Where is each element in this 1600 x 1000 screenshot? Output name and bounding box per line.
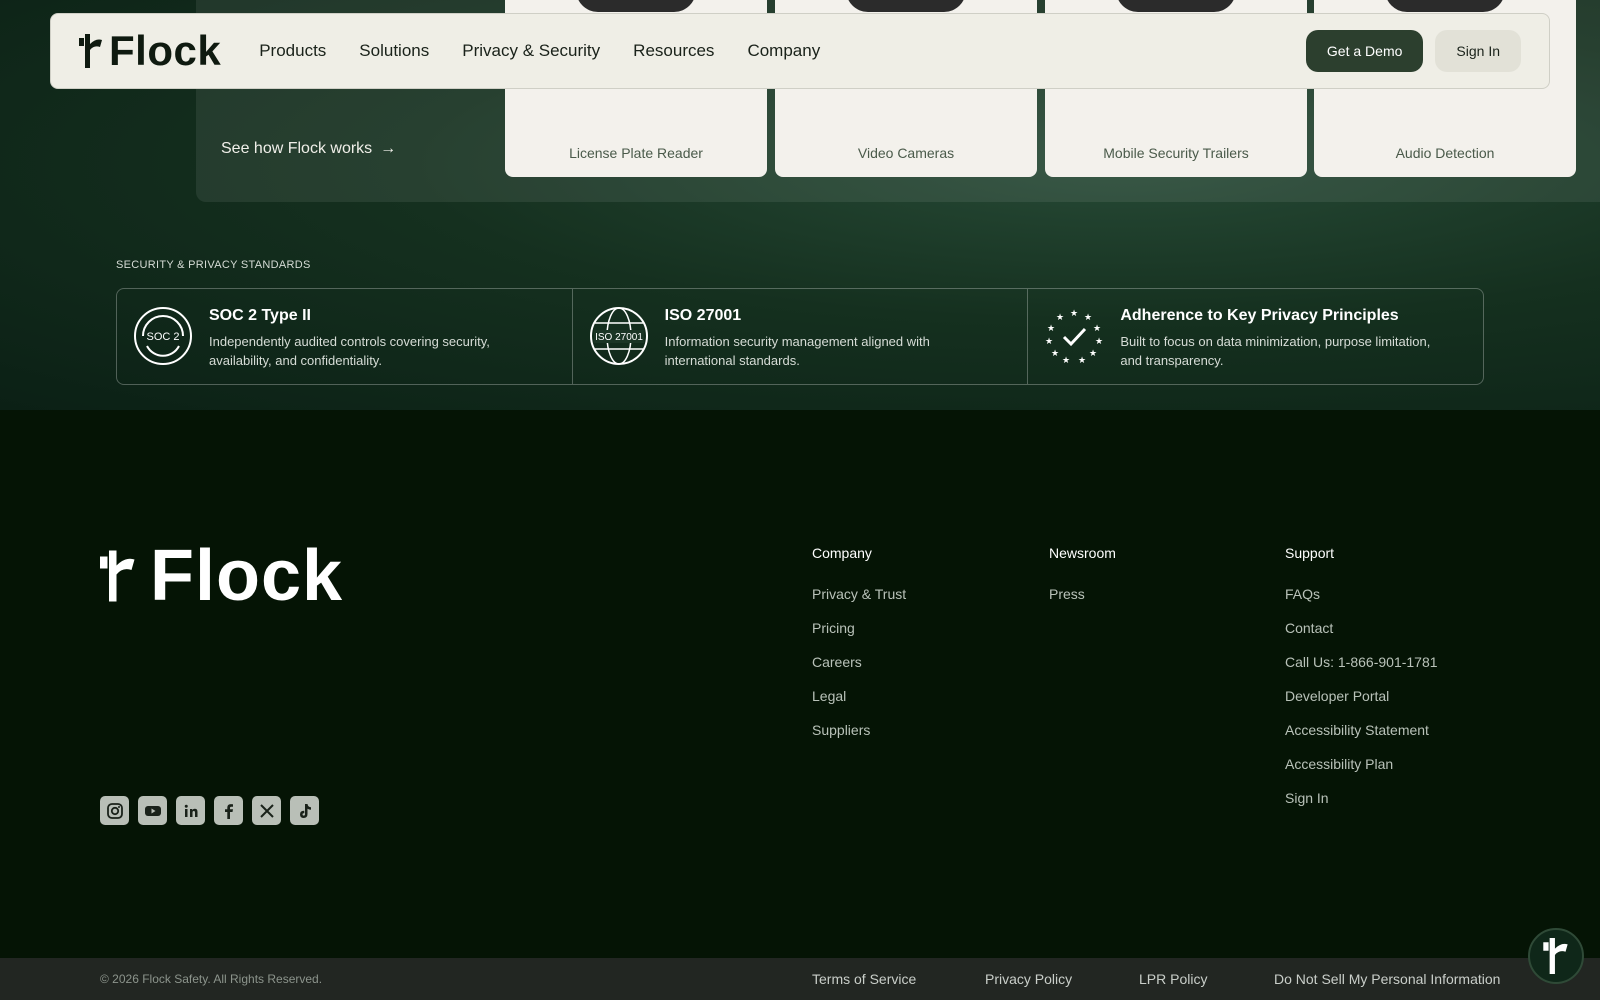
terms-link[interactable]: Terms of Service: [812, 971, 916, 987]
soc2-badge-icon: SOC 2: [134, 307, 192, 365]
iso-globe-icon: ISO 27001: [589, 307, 648, 365]
do-not-sell-link[interactable]: Do Not Sell My Personal Information: [1274, 971, 1500, 987]
footer-link-contact[interactable]: Contact: [1285, 620, 1438, 636]
bottom-bar: © 2026 Flock Safety. All Rights Reserved…: [0, 958, 1600, 1000]
svg-text:★: ★: [1056, 313, 1064, 323]
product-card-label: Video Cameras: [857, 145, 955, 161]
chat-widget-button[interactable]: [1528, 928, 1584, 984]
nav-logo[interactable]: Flock: [79, 30, 221, 72]
sign-in-button[interactable]: Sign In: [1435, 30, 1521, 72]
footer-brand: Flock: [150, 536, 344, 616]
lpr-device-image: [576, 0, 696, 12]
footer-logo[interactable]: Flock: [100, 540, 343, 612]
svg-text:★: ★: [1062, 356, 1070, 366]
footer-link-faqs[interactable]: FAQs: [1285, 586, 1438, 602]
facebook-icon[interactable]: [214, 796, 243, 825]
svg-text:★: ★: [1078, 356, 1086, 366]
footer-link-accessibility-plan[interactable]: Accessibility Plan: [1285, 756, 1438, 772]
svg-text:★: ★: [1093, 324, 1101, 334]
stars-check-icon: ★ ★★ ★★★ ★★★ ★★: [1045, 309, 1103, 366]
top-navbar: Flock Products Solutions Privacy & Secur…: [50, 13, 1550, 89]
linkedin-icon[interactable]: [176, 796, 205, 825]
copyright-text: © 2026 Flock Safety. All Rights Reserved…: [100, 972, 323, 986]
svg-text:★: ★: [1089, 349, 1097, 359]
footer-col-heading: Support: [1285, 545, 1335, 561]
get-demo-button[interactable]: Get a Demo: [1305, 30, 1424, 72]
svg-text:SOC 2: SOC 2: [146, 331, 179, 343]
camera-device-image: [846, 0, 966, 12]
footer-link-privacy-trust[interactable]: Privacy & Trust: [812, 586, 906, 602]
footer-link-legal[interactable]: Legal: [812, 688, 906, 704]
product-card-label: License Plate Reader: [569, 145, 703, 161]
instagram-icon[interactable]: [100, 796, 129, 825]
see-how-link[interactable]: See how Flock works →: [221, 140, 396, 158]
standard-desc: Independently audited controls covering …: [209, 334, 490, 368]
x-icon[interactable]: [252, 796, 281, 825]
svg-text:★: ★: [1051, 349, 1059, 359]
nav-brand: Flock: [109, 27, 222, 74]
svg-text:★: ★: [1095, 337, 1103, 347]
footer-link-call-us[interactable]: Call Us: 1-866-901-1781: [1285, 654, 1438, 670]
tiktok-icon[interactable]: [290, 796, 319, 825]
footer-col-newsroom: Newsroom Press: [1049, 545, 1116, 620]
standard-title: ISO 27001: [664, 307, 742, 324]
footer-link-sign-in[interactable]: Sign In: [1285, 790, 1438, 806]
social-links: [100, 796, 319, 825]
standard-title: SOC 2 Type II: [209, 307, 311, 324]
svg-text:★: ★: [1045, 337, 1053, 347]
nav-company[interactable]: Company: [747, 41, 820, 61]
footer-link-suppliers[interactable]: Suppliers: [812, 722, 906, 738]
svg-text:★: ★: [1047, 324, 1055, 334]
audio-device-image: [1385, 0, 1505, 12]
standards-box: SOC 2 SOC 2 Type II Independently audite…: [116, 288, 1484, 385]
youtube-icon[interactable]: [138, 796, 167, 825]
trailer-device-image: [1116, 0, 1236, 12]
flock-bird-icon: [79, 34, 102, 68]
svg-text:★: ★: [1084, 313, 1092, 323]
product-card-label: Mobile Security Trailers: [1103, 145, 1249, 161]
standard-iso: ISO 27001 ISO 27001 Information security…: [573, 289, 1029, 384]
footer-col-heading: Newsroom: [1049, 545, 1116, 561]
footer-col-heading: Company: [812, 545, 872, 561]
standards-title: SECURITY & PRIVACY STANDARDS: [116, 259, 311, 271]
footer-col-company: Company Privacy & Trust Pricing Careers …: [812, 545, 906, 756]
standard-title: Adherence to Key Privacy Principles: [1120, 307, 1399, 324]
see-how-label: See how Flock works: [221, 140, 373, 157]
product-card-label: Audio Detection: [1395, 145, 1495, 161]
footer-col-support: Support FAQs Contact Call Us: 1-866-901-…: [1285, 545, 1438, 824]
standard-desc: Built to focus on data minimization, pur…: [1120, 334, 1431, 368]
svg-text:ISO 27001: ISO 27001: [595, 332, 643, 343]
svg-text:★: ★: [1070, 309, 1078, 319]
nav-privacy-security[interactable]: Privacy & Security: [462, 41, 600, 61]
footer-link-careers[interactable]: Careers: [812, 654, 906, 670]
footer-link-accessibility-statement[interactable]: Accessibility Statement: [1285, 722, 1438, 738]
footer-link-press[interactable]: Press: [1049, 586, 1116, 602]
footer-link-developer-portal[interactable]: Developer Portal: [1285, 688, 1438, 704]
standard-desc: Information security management aligned …: [664, 334, 930, 368]
nav-solutions[interactable]: Solutions: [359, 41, 429, 61]
standard-privacy: ★ ★ ★ ★ ★ ★ ★ ★ ★ ★ ★ Adherence to Key Privacy …: [1028, 289, 1483, 384]
standard-soc2: SOC 2 SOC 2 Type II Independently audite…: [117, 289, 573, 384]
nav-resources[interactable]: Resources: [633, 41, 714, 61]
flock-bird-icon: [100, 550, 135, 602]
nav-products[interactable]: Products: [259, 41, 326, 61]
privacy-policy-link[interactable]: Privacy Policy: [985, 971, 1072, 987]
flock-bird-icon: [1543, 938, 1568, 974]
footer-link-pricing[interactable]: Pricing: [812, 620, 906, 636]
arrow-right-icon: →: [380, 140, 397, 157]
lpr-policy-link[interactable]: LPR Policy: [1139, 971, 1207, 987]
